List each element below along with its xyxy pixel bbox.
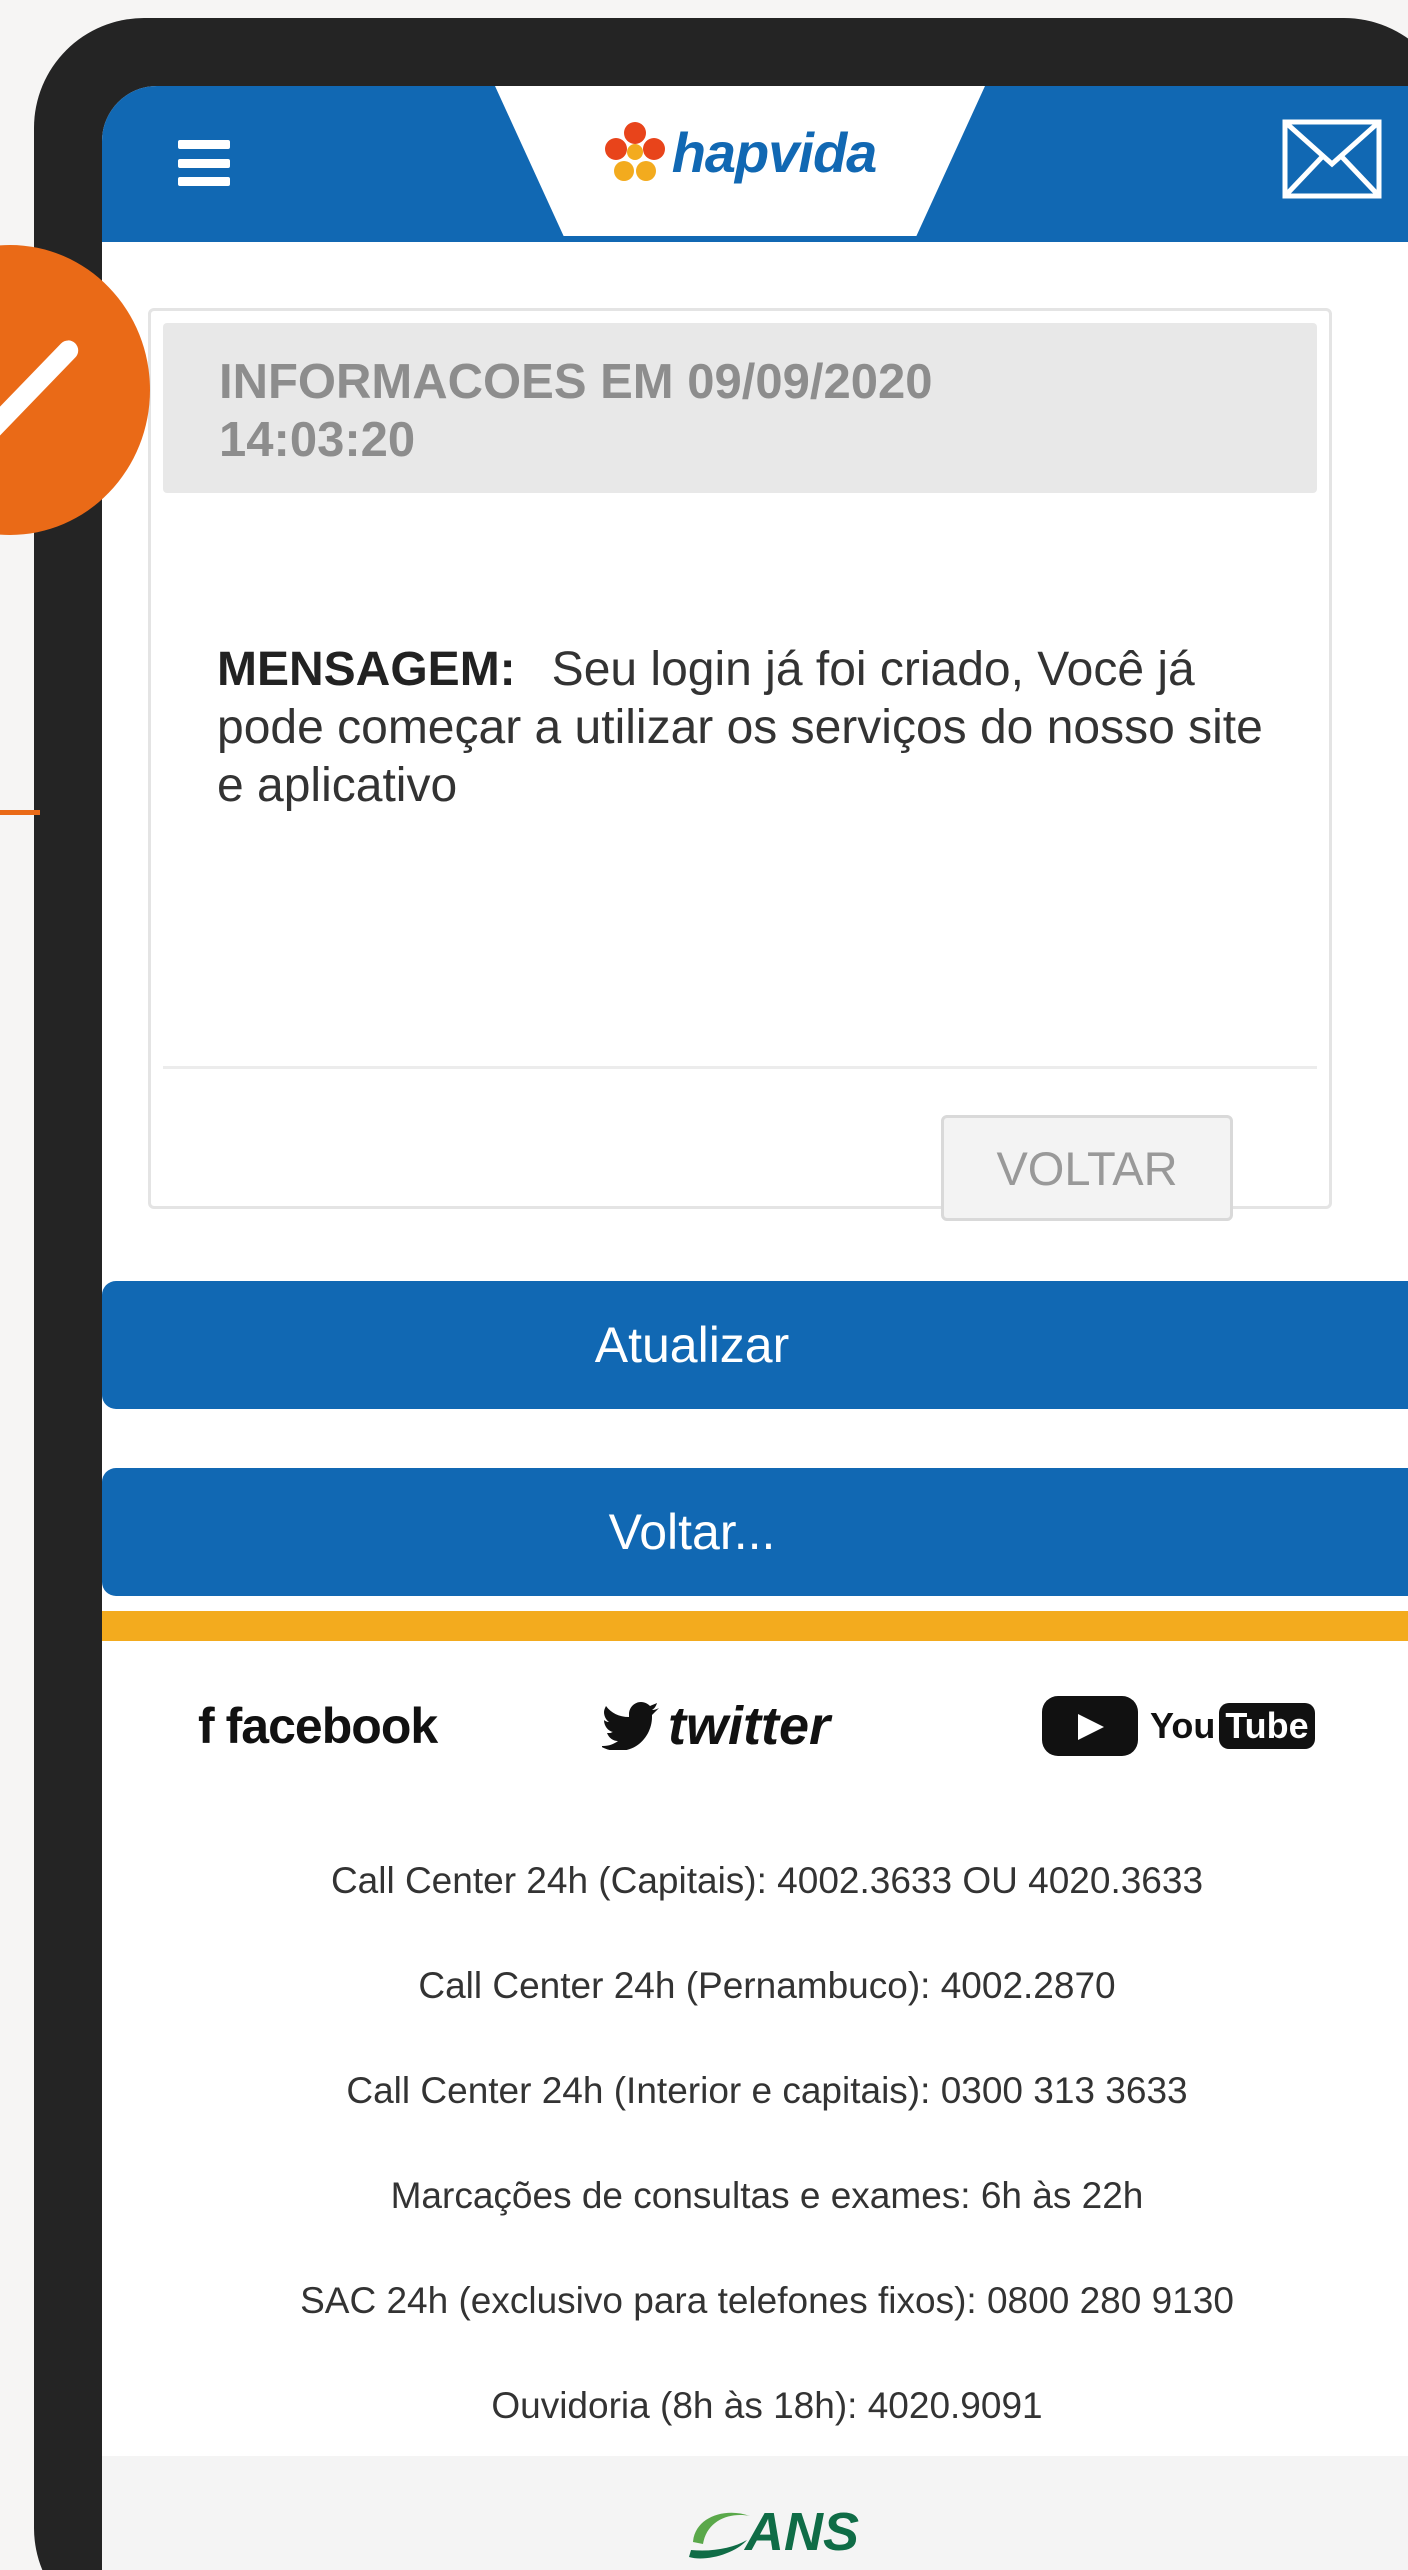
hamburger-menu-icon[interactable] (178, 140, 230, 186)
facebook-link[interactable]: f facebook (198, 1686, 439, 1766)
footer-line-sac: SAC 24h (exclusivo para telefones fixos)… (300, 2280, 1234, 2321)
voltar-label: Voltar... (608, 1504, 776, 1560)
footer-line-marcacoes: Marcações de consultas e exames: 6h às 2… (390, 2175, 1144, 2216)
message-label: MENSAGEM: (217, 643, 516, 696)
facebook-label: facebook (225, 1698, 439, 1754)
slash-icon (0, 336, 83, 444)
footer-line-pernambuco: Call Center 24h (Pernambuco): 4002.2870 (418, 1965, 1116, 2006)
app-header: hapvida (102, 86, 1408, 242)
ans-logo: ANS (685, 2501, 859, 2563)
phone-screen: hapvida INFORMACOES EM 09/09/2020 14:03:… (102, 86, 1408, 2570)
ans-text: ANS (745, 2502, 860, 2562)
voltar-back-button[interactable]: Voltar... (102, 1468, 1408, 1596)
youtube-label-tube: Tube (1219, 1703, 1315, 1749)
card-title-date: INFORMACOES EM 09/09/2020 (219, 355, 933, 409)
card-divider (163, 1066, 1317, 1069)
footer-line-capitais: Call Center 24h (Capitais): 4002.3633 OU… (330, 1860, 1204, 1901)
phone-frame: hapvida INFORMACOES EM 09/09/2020 14:03:… (34, 18, 1408, 2570)
voltar-button[interactable]: VOLTAR (941, 1115, 1233, 1221)
footer-yellow-bar (102, 1611, 1408, 1641)
card-header: INFORMACOES EM 09/09/2020 14:03:20 (163, 323, 1317, 493)
twitter-link[interactable]: twitter (602, 1686, 830, 1766)
footer-line-interior: Call Center 24h (Interior e capitais): 0… (346, 2070, 1188, 2111)
youtube-label-you: You (1150, 1705, 1216, 1746)
message-card: INFORMACOES EM 09/09/2020 14:03:20 MENSA… (148, 308, 1332, 1221)
card-title-time: 14:03:20 (219, 413, 416, 467)
twitter-bird-icon (602, 1702, 659, 1750)
footer-line-ouvidoria: Ouvidoria (8h às 18h): 4020.9091 (491, 2385, 1043, 2426)
card-title: INFORMACOES EM 09/09/2020 14:03:20 (219, 353, 1019, 469)
facebook-icon: f (198, 1698, 215, 1754)
atualizar-button[interactable]: Atualizar (102, 1281, 1408, 1409)
card-message: MENSAGEM: Seu login já foi criado, Você j… (217, 641, 1277, 815)
logo-text: hapvida (671, 120, 878, 184)
youtube-play-icon (1042, 1696, 1138, 1756)
atualizar-label: Atualizar (594, 1317, 790, 1373)
stage: hapvida INFORMACOES EM 09/09/2020 14:03:… (0, 0, 1408, 2570)
flower-logo-icon (604, 122, 665, 181)
twitter-label: twitter (668, 1696, 830, 1756)
orange-accent-line (0, 810, 40, 815)
logo-tab[interactable]: hapvida (495, 86, 985, 236)
envelope-icon[interactable] (1282, 119, 1382, 199)
youtube-link[interactable]: You Tube (1042, 1686, 1315, 1766)
hapvida-logo: hapvida (604, 120, 877, 185)
